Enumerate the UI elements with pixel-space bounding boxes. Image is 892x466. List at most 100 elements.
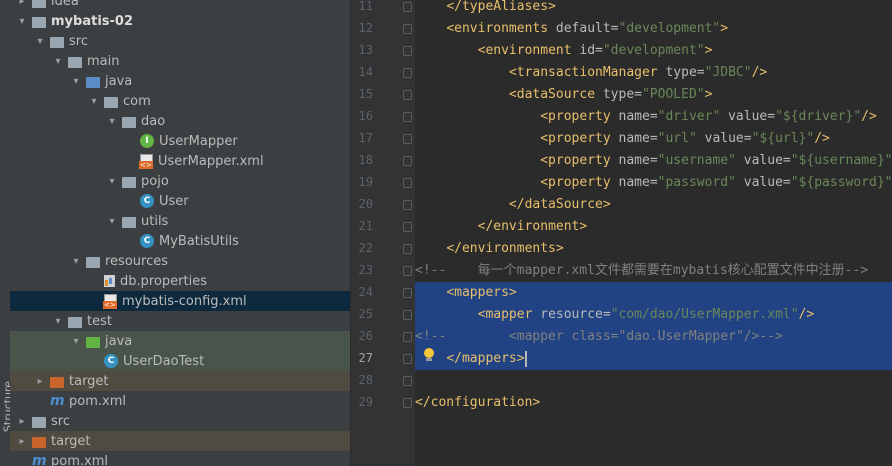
code-line[interactable]: <property name="driver" value="${driver}… [415, 106, 892, 128]
tree-item[interactable]: ▾ java [10, 71, 350, 91]
code-line[interactable]: <environments default="development"> [415, 18, 892, 40]
tree-item[interactable]: ▾ src [10, 31, 350, 51]
tree-item[interactable]: I UserMapper [10, 131, 350, 151]
code-token: name= [618, 175, 658, 190]
code-line[interactable]: <property name="username" value="${usern… [415, 150, 892, 172]
tree-item[interactable]: m pom.xml [10, 451, 350, 466]
tree-item[interactable]: ▾ main [10, 51, 350, 71]
tree-item[interactable]: ▾ java [10, 331, 350, 351]
fold-marker-icon[interactable] [403, 288, 412, 298]
code-line[interactable]: <dataSource type="POOLED"> [415, 84, 892, 106]
code-line[interactable]: <property name="password" value="${passw… [415, 172, 892, 194]
chevron-down-icon[interactable]: ▾ [34, 36, 46, 47]
code-token: <!-- <mapper class="dao.UserMapper"/>--> [415, 329, 783, 344]
tree-item[interactable]: ▾ pojo [10, 171, 350, 191]
tree-item[interactable]: ▾ dao [10, 111, 350, 131]
code-line[interactable]: </dataSource> [415, 194, 892, 216]
chevron-down-icon[interactable]: ▾ [70, 336, 82, 347]
tree-item[interactable]: m pom.xml [10, 391, 350, 411]
code-line[interactable]: <mapper resource="com/dao/UserMapper.xml… [415, 304, 892, 326]
tree-item[interactable]: C MyBatisUtils [10, 231, 350, 251]
fold-marker-icon[interactable] [403, 112, 412, 122]
code-line[interactable]: <!-- 每一个mapper.xml文件都需要在mybatis核心配置文件中注册… [415, 260, 892, 282]
chevron-down-icon[interactable]: ▾ [52, 56, 64, 67]
resources-folder-icon [86, 256, 100, 268]
intention-bulb-icon[interactable] [423, 348, 435, 362]
code-token: </environment> [477, 219, 588, 234]
xml-file-icon [103, 294, 117, 309]
code-token: <environment [477, 43, 580, 58]
code-line[interactable]: <environment id="development"> [415, 40, 892, 62]
tree-item[interactable]: C UserDaoTest [10, 351, 350, 371]
fold-marker-icon[interactable] [403, 200, 412, 210]
line-number: 23 [358, 263, 373, 277]
tree-item[interactable]: ▾ mybatis-02 [10, 11, 350, 31]
line-number: 13 [358, 43, 373, 57]
tree-item[interactable]: ▸ target [10, 431, 350, 451]
chevron-down-icon[interactable]: ▾ [106, 176, 118, 187]
code-line[interactable]: <!-- <mapper class="dao.UserMapper"/>--> [415, 326, 892, 348]
chevron-right-icon[interactable]: ▸ [34, 376, 46, 387]
tree-item[interactable]: C User [10, 191, 350, 211]
fold-marker-icon[interactable] [403, 2, 412, 12]
code-line[interactable]: </environments> [415, 238, 892, 260]
fold-marker-icon[interactable] [403, 178, 412, 188]
maven-icon: m [32, 453, 47, 466]
fold-marker-icon[interactable] [403, 134, 412, 144]
tree-item[interactable]: ▸ idea [10, 0, 350, 11]
code-line[interactable]: </typeAliases> [415, 0, 892, 18]
fold-marker-icon[interactable] [403, 310, 412, 320]
tree-item[interactable]: ▾ utils [10, 211, 350, 231]
code-line[interactable]: <property name="url" value="${url}"/> [415, 128, 892, 150]
code-token: <property [540, 175, 619, 190]
chevron-down-icon[interactable]: ▾ [88, 96, 100, 107]
code-line[interactable]: <transactionManager type="JDBC"/> [415, 62, 892, 84]
chevron-right-icon[interactable]: ▸ [16, 436, 28, 447]
code-line[interactable]: </environment> [415, 216, 892, 238]
fold-marker-icon[interactable] [403, 24, 412, 34]
tree-item[interactable]: ▾ test [10, 311, 350, 331]
fold-marker-icon[interactable] [403, 46, 412, 56]
tree-item[interactable]: db.properties [10, 271, 350, 291]
chevron-right-icon[interactable]: ▸ [16, 0, 28, 7]
tree-item[interactable]: ▸ target [10, 371, 350, 391]
code-token: <dataSource [508, 87, 603, 102]
fold-marker-icon[interactable] [403, 332, 412, 342]
tree-item[interactable]: ▾ com [10, 91, 350, 111]
code-line[interactable]: <mappers> [415, 282, 892, 304]
code-token: <property [540, 131, 619, 146]
fold-marker-icon[interactable] [403, 244, 412, 254]
chevron-down-icon[interactable]: ▾ [70, 76, 82, 87]
fold-marker-icon[interactable] [403, 376, 412, 386]
tree-item[interactable]: ▸ src [10, 411, 350, 431]
fold-marker-icon[interactable] [403, 68, 412, 78]
tree-item[interactable]: mybatis-config.xml [10, 291, 350, 311]
fold-marker-icon[interactable] [403, 398, 412, 408]
chevron-down-icon[interactable]: ▾ [52, 316, 64, 327]
chevron-down-icon[interactable]: ▾ [106, 116, 118, 127]
chevron-down-icon[interactable]: ▾ [106, 216, 118, 227]
code-token: "development" [618, 21, 721, 36]
tree-item-label: MyBatisUtils [159, 233, 239, 249]
fold-marker-icon[interactable] [403, 222, 412, 232]
fold-marker-icon[interactable] [403, 354, 412, 364]
project-tree[interactable]: ▸ idea ▾ mybatis-02 ▾ src ▾ main ▾ java ▾ com ▾ dao I U… [10, 0, 351, 466]
fold-marker-icon[interactable] [403, 266, 412, 276]
tree-item[interactable]: ▾ resources [10, 251, 350, 271]
fold-marker-icon[interactable] [403, 90, 412, 100]
code-line[interactable]: </mappers> [415, 348, 892, 370]
code-token: </dataSource> [508, 197, 611, 212]
chevron-down-icon[interactable]: ▾ [70, 256, 82, 267]
fold-marker-icon[interactable] [403, 156, 412, 166]
chevron-right-icon[interactable]: ▸ [16, 416, 28, 427]
tree-item[interactable]: UserMapper.xml [10, 151, 350, 171]
code-line[interactable] [415, 370, 892, 392]
code-token: /> [751, 65, 768, 80]
code-editor[interactable]: </typeAliases> <environments default="de… [415, 0, 892, 466]
tree-item-label: target [69, 373, 109, 389]
code-token: "${url}" [751, 131, 815, 146]
tree-item-label: idea [51, 0, 79, 9]
code-line[interactable]: </configuration> [415, 392, 892, 414]
chevron-down-icon[interactable]: ▾ [16, 16, 28, 27]
